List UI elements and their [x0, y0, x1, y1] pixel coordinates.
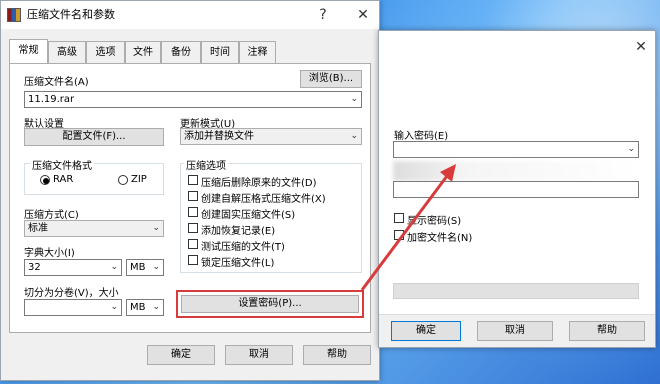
annotation-arrow	[360, 164, 456, 291]
tab-general[interactable]: 常规	[9, 39, 48, 63]
annotation-arrow-line	[360, 171, 452, 291]
annotation-arrowhead	[440, 164, 456, 182]
